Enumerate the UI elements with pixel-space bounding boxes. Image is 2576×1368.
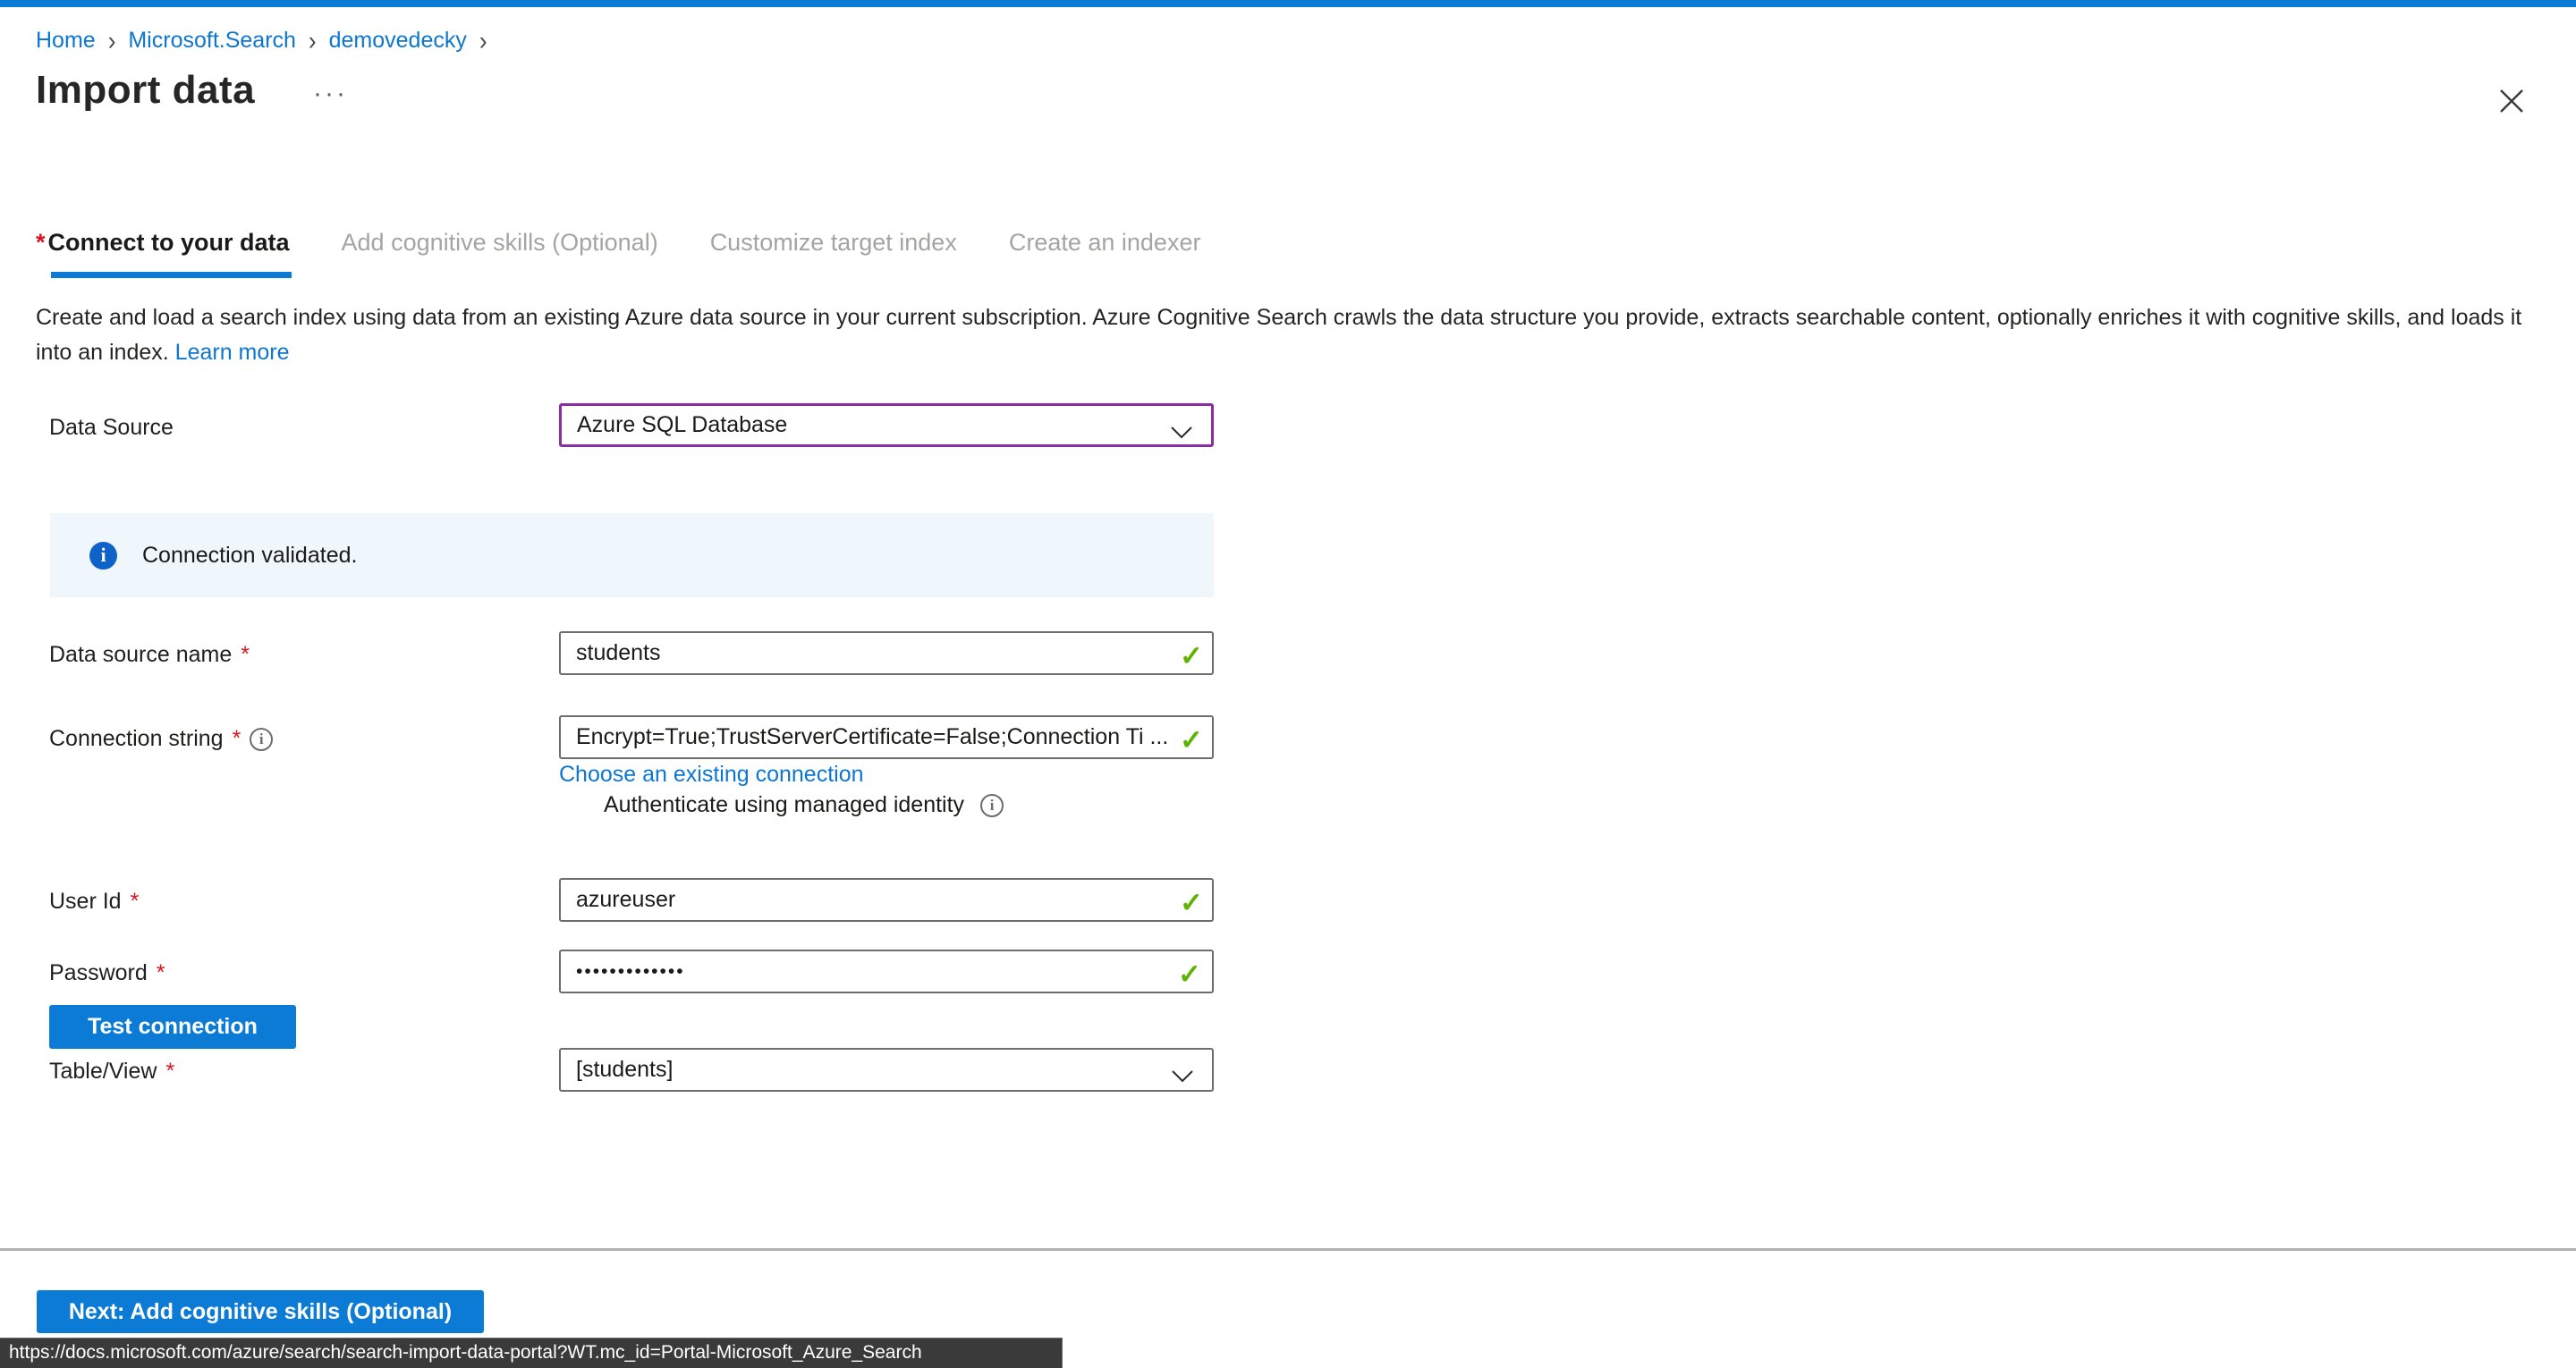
tab-label: Create an indexer (1009, 229, 1201, 256)
footer-divider (0, 1248, 2576, 1251)
password-label: Password * (49, 960, 165, 986)
tab-create-an-indexer[interactable]: Create an indexer (1009, 229, 1201, 278)
table-view-value: [students] (576, 1057, 673, 1083)
required-star: * (157, 960, 165, 986)
user-id-label-text: User Id (49, 889, 122, 915)
import-data-page: Home › Microsoft.Search › demovedecky › … (0, 0, 2576, 1368)
link-status-bar: https://docs.microsoft.com/azure/search/… (0, 1338, 1063, 1368)
data-source-name-value: students (576, 640, 661, 666)
banner-message: Connection validated. (142, 543, 357, 569)
user-id-value: azureuser (576, 887, 675, 913)
user-id-input[interactable]: azureuser ✓ (559, 878, 1214, 922)
tab-add-cognitive-skills[interactable]: Add cognitive skills (Optional) (342, 229, 658, 278)
data-source-name-label-text: Data source name (49, 642, 232, 668)
info-icon: i (89, 542, 117, 570)
valid-check-icon: ✓ (1180, 724, 1203, 756)
status-url: https://docs.microsoft.com/azure/search/… (9, 1342, 922, 1363)
tab-label: Add cognitive skills (Optional) (342, 229, 658, 256)
tab-customize-target-index[interactable]: Customize target index (710, 229, 957, 278)
tab-label: Customize target index (710, 229, 957, 256)
test-connection-button[interactable]: Test connection (49, 1005, 296, 1049)
page-description: Create and load a search index using dat… (36, 300, 2542, 370)
valid-check-icon: ✓ (1178, 958, 1203, 991)
valid-check-icon: ✓ (1180, 887, 1203, 919)
data-source-name-label: Data source name * (49, 642, 250, 668)
password-label-text: Password (49, 960, 148, 986)
managed-identity-label: Authenticate using managed identity (604, 792, 964, 818)
choose-existing-connection-link[interactable]: Choose an existing connection (559, 762, 864, 787)
data-source-label-text: Data Source (49, 415, 174, 441)
page-title: Import data (36, 68, 255, 113)
connection-string-input[interactable]: Encrypt=True;TrustServerCertificate=Fals… (559, 715, 1214, 759)
chevron-down-icon (1170, 420, 1193, 446)
close-icon[interactable] (2496, 86, 2528, 118)
description-text: Create and load a search index using dat… (36, 305, 2521, 365)
chevron-down-icon (1171, 1064, 1194, 1090)
breadcrumb-separator-icon: › (309, 25, 317, 57)
data-source-dropdown[interactable]: Azure SQL Database (559, 403, 1214, 447)
data-source-value: Azure SQL Database (577, 412, 787, 438)
tab-label: Connect to your data (48, 229, 290, 256)
connection-validated-banner: i Connection validated. (50, 513, 1214, 597)
connection-string-label: Connection string * i (49, 726, 273, 752)
connection-string-label-text: Connection string (49, 726, 224, 752)
breadcrumb-home-link[interactable]: Home (36, 28, 96, 54)
wizard-tabs: *Connect to your data Add cognitive skil… (36, 229, 1200, 278)
user-id-label: User Id * (49, 889, 139, 915)
learn-more-link[interactable]: Learn more (175, 340, 290, 365)
breadcrumb-microsoft-search-link[interactable]: Microsoft.Search (128, 28, 296, 54)
password-masked-value: ••••••••••••• (576, 961, 685, 983)
next-step-button[interactable]: Next: Add cognitive skills (Optional) (37, 1290, 484, 1333)
choose-existing-connection-row: Choose an existing connection (559, 762, 864, 788)
required-star: * (131, 889, 140, 915)
required-star: * (165, 1059, 174, 1085)
table-view-dropdown[interactable]: [students] (559, 1048, 1214, 1092)
password-input[interactable]: ••••••••••••• ✓ (559, 950, 1214, 993)
info-tooltip-icon[interactable]: i (980, 794, 1004, 817)
info-tooltip-icon[interactable]: i (250, 728, 273, 751)
required-star: * (233, 726, 242, 752)
managed-identity-row: Authenticate using managed identity i (562, 792, 1004, 818)
data-source-name-input[interactable]: students ✓ (559, 631, 1214, 675)
required-star: * (241, 642, 250, 668)
tab-required-star: * (36, 229, 46, 256)
breadcrumb-separator-icon: › (108, 25, 116, 57)
table-view-label: Table/View * (49, 1059, 174, 1085)
connection-string-value: Encrypt=True;TrustServerCertificate=Fals… (576, 724, 1168, 750)
breadcrumb-separator-icon: › (479, 25, 487, 57)
breadcrumb: Home › Microsoft.Search › demovedecky › (36, 27, 487, 55)
more-options-icon[interactable]: ··· (313, 79, 348, 109)
active-tab-underline (51, 272, 292, 278)
table-view-label-text: Table/View (49, 1059, 157, 1085)
azure-top-accent-bar (0, 0, 2576, 7)
valid-check-icon: ✓ (1180, 640, 1203, 672)
data-source-label: Data Source (49, 415, 174, 441)
tab-connect-to-your-data[interactable]: *Connect to your data (36, 229, 290, 278)
managed-identity-checkbox[interactable] (562, 792, 588, 818)
breadcrumb-demovedecky-link[interactable]: demovedecky (329, 28, 467, 54)
